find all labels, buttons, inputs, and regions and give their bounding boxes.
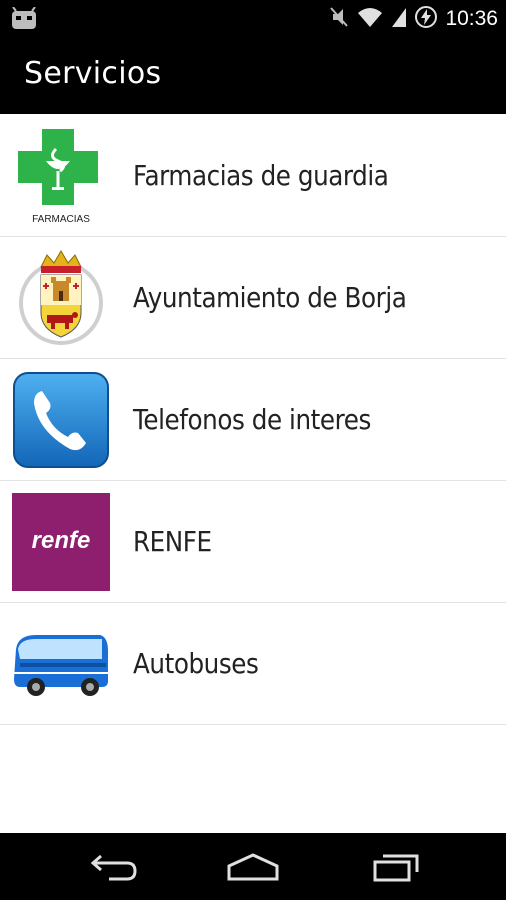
list-item-farmacias[interactable]: FARMACIAS Farmacias de guardia	[0, 115, 506, 237]
list-item-label: Autobuses	[133, 647, 259, 680]
list-item-label: Farmacias de guardia	[133, 159, 389, 192]
home-icon[interactable]	[223, 847, 283, 887]
list-item-label: Telefonos de interes	[133, 403, 371, 436]
bus-icon	[12, 615, 110, 713]
navigation-bar	[0, 833, 506, 900]
pharmacy-cross-icon: FARMACIAS	[12, 127, 110, 225]
back-icon[interactable]	[84, 847, 144, 887]
battery-charging-icon	[415, 6, 438, 32]
wifi-icon	[357, 6, 383, 32]
renfe-logo-icon: renfe	[12, 493, 110, 591]
services-list: FARMACIAS Farmacias de guardia Ayuntamie…	[0, 115, 506, 725]
list-item-renfe[interactable]: renfe RENFE	[0, 481, 506, 603]
renfe-logo-text: renfe	[32, 527, 91, 554]
page-title: Servicios	[24, 56, 162, 91]
clock: 10:36	[445, 7, 498, 30]
pharmacy-caption: FARMACIAS	[32, 214, 90, 225]
list-item-label: RENFE	[133, 525, 212, 558]
mute-icon	[329, 6, 349, 32]
list-item-autobuses[interactable]: Autobuses	[0, 603, 506, 725]
action-bar: Servicios	[0, 38, 506, 114]
android-icon	[10, 6, 38, 35]
list-item-ayuntamiento[interactable]: Ayuntamiento de Borja	[0, 237, 506, 359]
list-item-label: Ayuntamiento de Borja	[133, 281, 407, 314]
signal-icon	[391, 6, 407, 32]
phone-icon	[12, 371, 110, 469]
coat-of-arms-icon	[12, 249, 110, 347]
status-bar: 10:36	[0, 0, 506, 38]
list-item-telefonos[interactable]: Telefonos de interes	[0, 359, 506, 481]
recent-apps-icon[interactable]	[366, 847, 426, 887]
